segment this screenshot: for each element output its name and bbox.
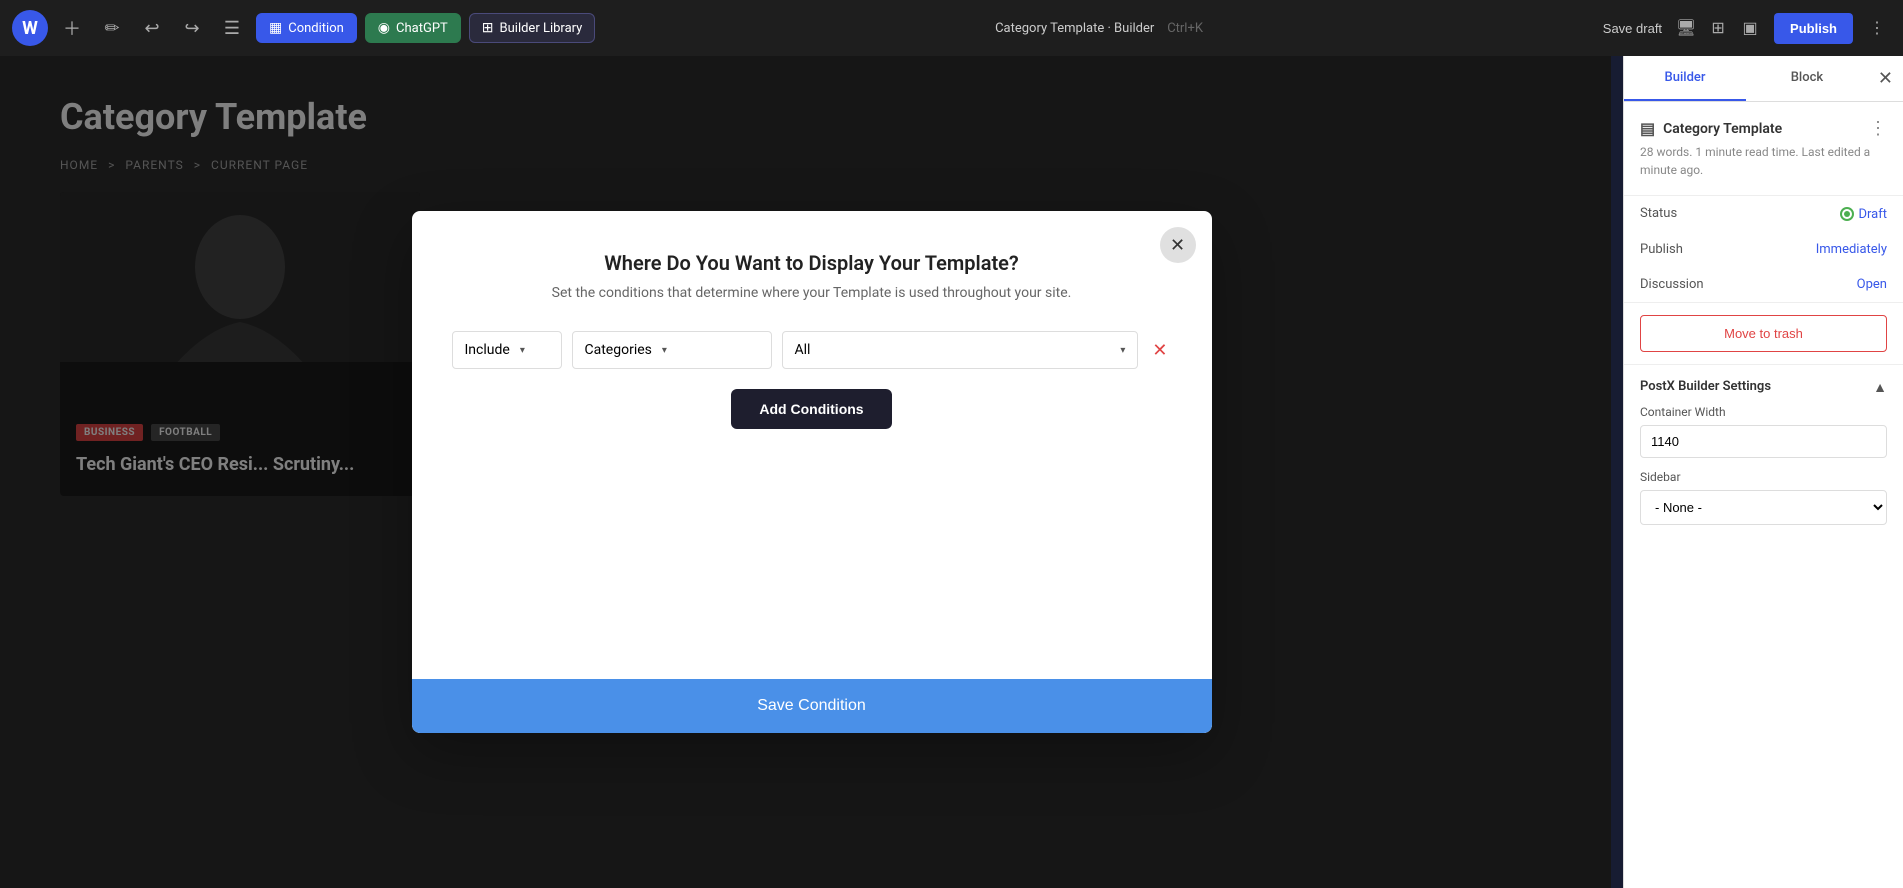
status-text: Draft bbox=[1858, 207, 1887, 222]
status-dot bbox=[1840, 207, 1854, 221]
modal-title: Where Do You Want to Display Your Templa… bbox=[452, 251, 1172, 275]
tab-block[interactable]: Block bbox=[1746, 56, 1868, 101]
discussion-label: Discussion bbox=[1640, 277, 1704, 292]
include-chevron-icon: ▾ bbox=[520, 345, 525, 356]
sidebar-close-button[interactable]: ✕ bbox=[1868, 58, 1903, 99]
all-label: All bbox=[795, 342, 811, 358]
wp-logo[interactable]: W bbox=[12, 10, 48, 46]
library-icon: ⊞ bbox=[482, 20, 494, 36]
modal-overlay: ✕ Where Do You Want to Display Your Temp… bbox=[0, 56, 1623, 888]
toolbar: W ＋ ✏ ↩ ↪ ☰ ▦ Condition ◉ ChatGPT ⊞ Buil… bbox=[0, 0, 1903, 56]
redo-button[interactable]: ↪ bbox=[176, 12, 208, 44]
status-value: Draft bbox=[1840, 206, 1887, 222]
add-conditions-container: Add Conditions bbox=[452, 389, 1172, 429]
template-name: Category Template bbox=[1663, 121, 1782, 137]
status-circle: Draft bbox=[1840, 207, 1887, 222]
divider-2 bbox=[1624, 302, 1903, 303]
main-area: Category Template HOME > PARENTS > CURRE… bbox=[0, 56, 1903, 888]
chatgpt-icon: ◉ bbox=[378, 20, 390, 36]
categories-label: Categories bbox=[585, 342, 652, 358]
template-title-row: ▤ Category Template ⋮ bbox=[1640, 118, 1887, 139]
view-icons: 🖥 ⊞ ▣ bbox=[1672, 14, 1764, 42]
add-conditions-button[interactable]: Add Conditions bbox=[731, 389, 891, 429]
postx-collapse-button[interactable]: ▲ bbox=[1873, 379, 1887, 395]
sidebar-toggle-button[interactable]: ▣ bbox=[1736, 14, 1764, 42]
chatgpt-pill[interactable]: ◉ ChatGPT bbox=[365, 13, 461, 43]
modal-close-button[interactable]: ✕ bbox=[1160, 227, 1196, 263]
postx-section-title: PostX Builder Settings bbox=[1640, 379, 1771, 394]
move-to-trash-button[interactable]: Move to trash bbox=[1640, 315, 1887, 352]
condition-row: Include ▾ Categories ▾ All ▾ ✕ bbox=[452, 331, 1172, 369]
template-meta: 28 words. 1 minute read time. Last edite… bbox=[1640, 143, 1887, 179]
publish-label: Publish bbox=[1640, 242, 1683, 257]
modal-subtitle: Set the conditions that determine where … bbox=[452, 285, 1172, 301]
undo-button[interactable]: ↩ bbox=[136, 12, 168, 44]
template-info-section: ▤ Category Template ⋮ 28 words. 1 minute… bbox=[1624, 102, 1903, 195]
template-doc-icon: ▤ bbox=[1640, 119, 1655, 138]
multi-view-button[interactable]: ⊞ bbox=[1704, 14, 1732, 42]
include-dropdown[interactable]: Include ▾ bbox=[452, 331, 562, 369]
save-condition-button[interactable]: Save Condition bbox=[412, 679, 1212, 733]
categories-dropdown[interactable]: Categories ▾ bbox=[572, 331, 772, 369]
discussion-field: Discussion Open bbox=[1624, 267, 1903, 302]
toolbar-right: Save draft 🖥 ⊞ ▣ Publish ⋮ bbox=[1603, 13, 1891, 44]
modal-footer: Save Condition bbox=[412, 679, 1212, 733]
right-sidebar: Builder Block ✕ ▤ Category Template ⋮ 28… bbox=[1623, 56, 1903, 888]
more-options-button[interactable]: ⋮ bbox=[1863, 14, 1891, 42]
status-dot-inner bbox=[1844, 211, 1850, 217]
sidebar-select[interactable]: - None - bbox=[1640, 490, 1887, 525]
publish-field: Publish Immediately bbox=[1624, 232, 1903, 267]
builder-library-pill[interactable]: ⊞ Builder Library bbox=[469, 13, 596, 43]
save-draft-button[interactable]: Save draft bbox=[1603, 21, 1662, 36]
sidebar-tabs-row: Builder Block ✕ bbox=[1624, 56, 1903, 102]
edit-pencil-button[interactable]: ✏ bbox=[96, 12, 128, 44]
publish-button[interactable]: Publish bbox=[1774, 13, 1853, 44]
tab-builder[interactable]: Builder bbox=[1624, 56, 1746, 101]
container-width-label: Container Width bbox=[1624, 405, 1903, 425]
include-label: Include bbox=[465, 342, 510, 358]
discussion-value[interactable]: Open bbox=[1857, 277, 1887, 292]
desktop-view-button[interactable]: 🖥 bbox=[1672, 14, 1700, 42]
condition-modal: ✕ Where Do You Want to Display Your Temp… bbox=[412, 211, 1212, 733]
condition-pill[interactable]: ▦ Condition bbox=[256, 13, 357, 43]
modal-spacer bbox=[452, 429, 1172, 649]
add-block-button[interactable]: ＋ bbox=[56, 12, 88, 44]
all-dropdown[interactable]: All ▾ bbox=[782, 331, 1139, 369]
all-chevron-icon: ▾ bbox=[1120, 345, 1125, 356]
status-field: Status Draft bbox=[1624, 196, 1903, 232]
delete-condition-button[interactable]: ✕ bbox=[1148, 336, 1171, 365]
publish-value[interactable]: Immediately bbox=[1816, 242, 1887, 257]
page-title-center: Category Template · Builder Ctrl+K bbox=[603, 21, 1594, 36]
container-width-input[interactable] bbox=[1640, 425, 1887, 458]
list-view-button[interactable]: ☰ bbox=[216, 12, 248, 44]
categories-chevron-icon: ▾ bbox=[662, 345, 667, 356]
condition-icon: ▦ bbox=[269, 20, 282, 36]
status-label: Status bbox=[1640, 206, 1677, 221]
postx-section-header: PostX Builder Settings ▲ bbox=[1624, 365, 1903, 405]
sidebar-select-label: Sidebar bbox=[1624, 470, 1903, 490]
template-more-button[interactable]: ⋮ bbox=[1869, 118, 1887, 139]
modal-body: Where Do You Want to Display Your Templa… bbox=[412, 211, 1212, 679]
